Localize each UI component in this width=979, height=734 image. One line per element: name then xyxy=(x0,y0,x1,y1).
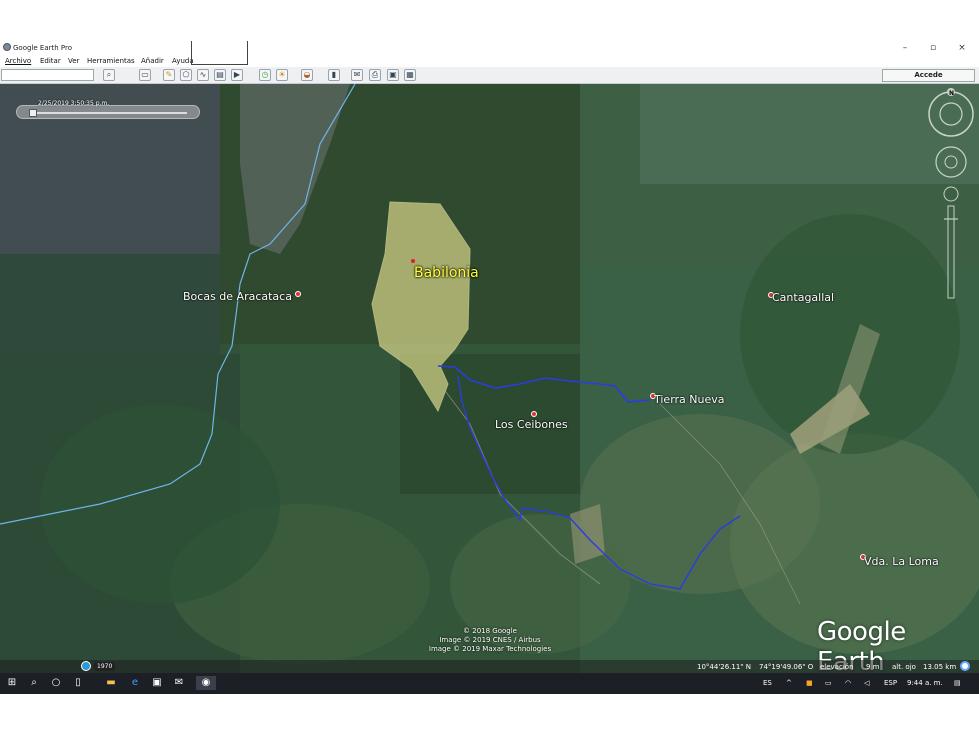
task-view-icon[interactable]: ▯ xyxy=(71,676,85,690)
history-year-badge[interactable]: 1970 xyxy=(94,662,116,671)
status-latitude: 10°44'26.11" N xyxy=(697,663,751,671)
search-input[interactable] xyxy=(1,69,94,81)
path-icon[interactable]: ∿ xyxy=(197,69,209,81)
minimize-button[interactable]: – xyxy=(898,42,912,54)
action-center-icon[interactable]: ▤ xyxy=(954,679,961,687)
place-label-cantagallal[interactable]: Cantagallal xyxy=(772,291,834,304)
status-elevation-label: elevación xyxy=(820,663,854,671)
place-label-tierra-nueva[interactable]: Tierra Nueva xyxy=(654,393,725,406)
credit-cnes: Image © 2019 CNES / Airbus xyxy=(439,636,541,644)
map-status-bar: 10°44'26.11" N 74°19'49.06" O elevación … xyxy=(0,660,979,673)
historical-imagery-icon[interactable] xyxy=(81,661,91,671)
save-image-icon[interactable]: ▣ xyxy=(387,69,399,81)
chevron-up-icon[interactable]: ^ xyxy=(786,679,792,687)
menu-anadir[interactable]: Añadir xyxy=(141,57,164,65)
satellite-imagery xyxy=(0,84,979,673)
earth-map-view[interactable]: 2/25/2019 3:50:35 p.m. N Babilonia Bocas… xyxy=(0,84,979,673)
signin-button[interactable]: Accede xyxy=(882,69,975,82)
credit-maxar: Image © 2019 Maxar Technologies xyxy=(428,645,552,653)
windows-taskbar: ⊞ ⌕ ○ ▯ ▬ e ▣ ✉ ◉ ES ^ ■ ▭ ◠ ◁ ESP 9:44 … xyxy=(0,673,979,694)
status-elevation-value: 9 m xyxy=(866,663,880,671)
place-label-babilonia[interactable]: Babilonia xyxy=(414,265,479,281)
time-slider-track xyxy=(29,112,187,114)
time-label: 2/25/2019 3:50:35 p.m. xyxy=(38,100,110,107)
time-slider[interactable] xyxy=(16,105,200,119)
historical-imagery-icon[interactable]: ◷ xyxy=(259,69,271,81)
status-longitude: 74°19'49.06" O xyxy=(759,663,814,671)
edge-icon[interactable]: e xyxy=(128,676,142,690)
print-icon[interactable]: ⎙ xyxy=(369,69,381,81)
streaming-progress-icon xyxy=(960,661,970,671)
battery-icon[interactable]: ▭ xyxy=(825,679,832,687)
window-title-bar: Google Earth Pro – ▫ × xyxy=(0,41,979,55)
sun-icon[interactable]: ☀ xyxy=(276,69,288,81)
maximize-button[interactable]: ▫ xyxy=(926,42,940,54)
credit-google: © 2018 Google xyxy=(463,627,517,635)
status-eye-alt-value: 13.05 km xyxy=(923,663,957,671)
place-label-bocas-de-aracataca[interactable]: Bocas de Aracataca xyxy=(183,290,292,303)
compass-north-indicator[interactable]: N xyxy=(926,88,976,308)
place-label-los-ceibones[interactable]: Los Ceibones xyxy=(495,418,568,431)
babilonia-marker[interactable] xyxy=(411,259,415,263)
status-eye-alt-label: alt. ojo xyxy=(892,663,916,671)
polygon-icon[interactable]: ⬠ xyxy=(180,69,192,81)
search-taskbar-icon[interactable]: ⌕ xyxy=(27,676,41,690)
time-slider-thumb[interactable] xyxy=(29,109,37,117)
window-title: Google Earth Pro xyxy=(13,44,73,52)
notification-app-icon[interactable]: ■ xyxy=(806,679,813,687)
store-icon[interactable]: ▣ xyxy=(150,676,164,690)
file-explorer-icon[interactable]: ▬ xyxy=(104,676,118,690)
placemark-icon[interactable]: ✎ xyxy=(163,69,175,81)
screen: Google Earth Pro – ▫ × Archivo Editar Ve… xyxy=(0,0,979,734)
overlay-icon[interactable]: ▤ xyxy=(214,69,226,81)
menu-ver[interactable]: Ver xyxy=(68,57,79,65)
menu-archivo[interactable]: Archivo xyxy=(5,57,31,65)
menu-editar[interactable]: Editar xyxy=(40,57,61,65)
cortana-icon[interactable]: ○ xyxy=(49,676,63,690)
menu-bar: Archivo Editar Ver Herramientas Añadir A… xyxy=(0,55,979,67)
wifi-icon[interactable]: ◠ xyxy=(845,679,851,687)
close-button[interactable]: × xyxy=(955,42,969,54)
planets-icon[interactable]: ◒ xyxy=(301,69,313,81)
imagery-credits: © 2018 Google Image © 2019 CNES / Airbus… xyxy=(400,627,580,654)
windows-start-icon[interactable]: ⊞ xyxy=(5,676,19,690)
place-label-vda-la-loma[interactable]: Vda. La Loma xyxy=(864,555,939,568)
google-earth-taskbar-icon[interactable]: ◉ xyxy=(196,676,216,690)
toolbar: ⌕ ▭ ✎ ⬠ ∿ ▤ ▶ ◷ ☀ ◒ ▮ ✉ ⎙ ▣ ▦ Accede xyxy=(0,67,979,84)
ruler-icon[interactable]: ▮ xyxy=(328,69,340,81)
mail-icon[interactable]: ✉ xyxy=(172,676,186,690)
volume-icon[interactable]: ◁ xyxy=(864,679,869,687)
menu-dropdown-outline xyxy=(191,41,248,65)
compass-north-letter: N xyxy=(949,90,955,97)
search-icon[interactable]: ⌕ xyxy=(103,69,115,81)
tour-icon[interactable]: ▶ xyxy=(231,69,243,81)
google-earth-app-icon xyxy=(3,43,11,51)
keyboard-language[interactable]: ESP xyxy=(884,679,897,687)
clock[interactable]: 9:44 a. m. xyxy=(907,679,943,687)
language-indicator[interactable]: ES xyxy=(763,679,772,687)
maps-icon[interactable]: ▦ xyxy=(404,69,416,81)
menu-herramientas[interactable]: Herramientas xyxy=(87,57,135,65)
bocas-de-aracataca-marker[interactable] xyxy=(295,291,301,297)
logo-google: Google xyxy=(817,617,906,647)
sidebar-icon[interactable]: ▭ xyxy=(139,69,151,81)
los-ceibones-marker[interactable] xyxy=(531,411,537,417)
email-icon[interactable]: ✉ xyxy=(351,69,363,81)
